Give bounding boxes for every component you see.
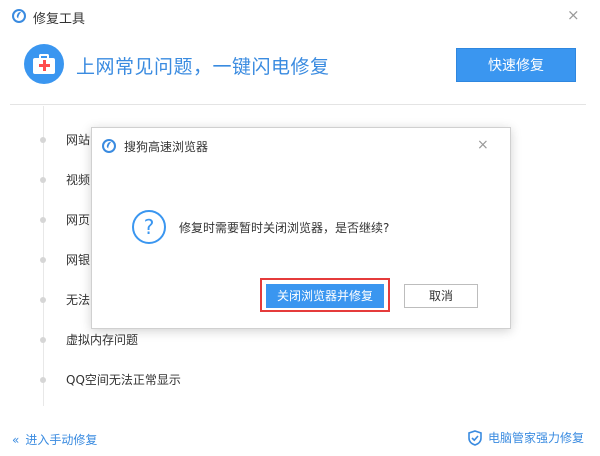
close-icon[interactable]: ×: [567, 8, 580, 23]
manual-repair-link[interactable]: « 进入手动修复: [12, 431, 97, 448]
confirm-dialog: 搜狗高速浏览器 × ? 修复时需要暂时关闭浏览器，是否继续? 关闭浏览器并修复 …: [91, 127, 511, 329]
bullet-icon: [40, 217, 46, 223]
cancel-button[interactable]: 取消: [404, 284, 478, 308]
bullet-icon: [40, 177, 46, 183]
header-divider: [10, 104, 586, 105]
app-title: 修复工具: [33, 12, 86, 27]
bullet-icon: [40, 137, 46, 143]
issue-label: 虚拟内存问题: [66, 333, 139, 347]
issue-item[interactable]: QQ空间无法正常显示: [0, 370, 300, 390]
first-aid-kit-icon: [24, 44, 64, 84]
bullet-icon: [40, 377, 46, 383]
issue-item[interactable]: 虚拟内存问题: [0, 330, 300, 350]
issue-label: 网银: [66, 253, 91, 267]
shield-icon: [468, 430, 482, 446]
pc-manager-repair-label: 电脑管家强力修复: [488, 431, 585, 445]
browser-logo-icon: [102, 139, 116, 153]
close-icon[interactable]: ×: [477, 138, 489, 152]
title-bar: 修复工具 ×: [0, 0, 600, 34]
page-headline: 上网常见问题，一键闪电修复: [76, 56, 330, 78]
close-browser-and-repair-button[interactable]: 关闭浏览器并修复: [266, 284, 384, 308]
double-chevron-left-icon: «: [12, 433, 19, 447]
bullet-icon: [40, 297, 46, 303]
question-icon: ?: [132, 210, 166, 244]
manual-repair-label: 进入手动修复: [25, 433, 98, 447]
bullet-icon: [40, 257, 46, 263]
pc-manager-repair-link[interactable]: 电脑管家强力修复: [468, 429, 584, 446]
dialog-message: 修复时需要暂时关闭浏览器，是否继续?: [179, 221, 390, 235]
dialog-title: 搜狗高速浏览器: [124, 140, 209, 154]
issue-label: 网页: [66, 213, 91, 227]
issue-label: 网站: [66, 133, 91, 147]
issue-label: 无法: [66, 293, 91, 307]
issue-label: QQ空间无法正常显示: [66, 373, 181, 387]
app-logo-icon: [12, 9, 26, 23]
issue-label: 视频: [66, 173, 91, 187]
bullet-icon: [40, 337, 46, 343]
quick-fix-button[interactable]: 快速修复: [456, 48, 576, 82]
